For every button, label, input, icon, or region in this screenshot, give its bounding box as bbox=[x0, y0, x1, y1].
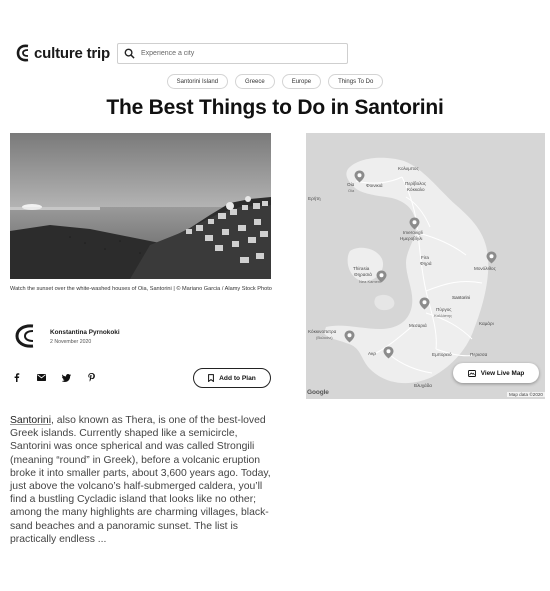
map-label: Κολυμπος bbox=[398, 166, 419, 171]
map-label: Κόκκαλο bbox=[407, 187, 425, 192]
map-label: Βλυχάδα bbox=[414, 383, 432, 388]
map-label: (Βολκάνι) bbox=[316, 335, 333, 340]
map-pin-icon[interactable] bbox=[486, 251, 497, 264]
map-label: Θηρασιά bbox=[354, 272, 372, 277]
map-pin-icon[interactable] bbox=[409, 217, 420, 230]
tag-santorini-island[interactable]: Santorini Island bbox=[166, 74, 229, 89]
email-icon[interactable] bbox=[37, 373, 46, 382]
map-label: Καμάρι bbox=[479, 321, 494, 326]
tag-europe[interactable]: Europe bbox=[281, 74, 322, 89]
map-label: Φοινικιά bbox=[366, 183, 383, 188]
view-live-map-label: View Live Map bbox=[480, 369, 525, 377]
culture-trip-logo[interactable]: culture trip bbox=[16, 44, 110, 62]
publish-date: 2 November 2020 bbox=[50, 339, 92, 345]
map-label: Κόκκινοπετρα bbox=[308, 329, 337, 334]
brand-name: culture trip bbox=[34, 44, 110, 62]
map-label: Imerovigli bbox=[403, 230, 423, 235]
map-label: Ακρ bbox=[368, 351, 376, 356]
map-label: Περισσα bbox=[470, 352, 488, 357]
map-pin-icon[interactable] bbox=[383, 346, 394, 359]
tag-list: Santorini Island Greece Europe Things To… bbox=[0, 74, 550, 89]
culture-trip-logo-icon bbox=[16, 44, 29, 62]
author-avatar[interactable] bbox=[15, 324, 35, 348]
map-label: Fira bbox=[421, 255, 429, 260]
map-pin-icon[interactable] bbox=[344, 330, 355, 343]
hero-image bbox=[10, 133, 271, 279]
map-label: Μονόλιθος bbox=[474, 266, 496, 271]
map-label: Φηρά bbox=[420, 261, 432, 266]
add-to-plan-label: Add to Plan bbox=[219, 374, 256, 382]
santorini-link[interactable]: Santorini bbox=[10, 415, 51, 426]
search-input[interactable] bbox=[141, 50, 331, 57]
article-intro: Santorini, also known as Thera, is one o… bbox=[10, 414, 272, 546]
article-body: , also known as Thera, is one of the bes… bbox=[10, 415, 271, 545]
map-label: Ερήτη bbox=[308, 196, 321, 201]
map-label: Πύργος bbox=[436, 307, 452, 312]
location-map[interactable]: Κολυμπος Οία Oia Φοινικιά Περίβολος Κόκκ… bbox=[306, 133, 545, 399]
map-label: Nea Kameni bbox=[359, 279, 382, 284]
map-label: Thirasia bbox=[353, 266, 370, 271]
view-live-map-button[interactable]: View Live Map bbox=[453, 363, 539, 383]
map-label: Εμπορειό bbox=[432, 352, 452, 357]
share-bar bbox=[12, 373, 96, 382]
google-logo: Google bbox=[307, 389, 329, 396]
author-name[interactable]: Konstantina Pyrnokoki bbox=[50, 329, 120, 336]
facebook-icon[interactable] bbox=[12, 373, 21, 382]
bookmark-icon bbox=[208, 374, 215, 382]
map-icon bbox=[467, 369, 476, 377]
map-pin-icon[interactable] bbox=[354, 170, 365, 183]
tag-things-to-do[interactable]: Things To Do bbox=[328, 74, 384, 89]
map-credit: Map data ©2020 bbox=[506, 392, 545, 397]
map-label: Οία bbox=[347, 182, 355, 187]
map-label: Ημεροβίγλι bbox=[400, 236, 423, 241]
map-pin-icon[interactable] bbox=[419, 297, 430, 310]
pinterest-icon[interactable] bbox=[87, 373, 96, 382]
tag-greece[interactable]: Greece bbox=[235, 74, 275, 89]
twitter-icon[interactable] bbox=[62, 373, 71, 382]
map-base bbox=[306, 133, 545, 399]
search-icon bbox=[124, 48, 135, 59]
map-label: Καλλίστης bbox=[434, 313, 453, 318]
map-label: Santorini bbox=[452, 295, 471, 300]
hero-caption: Watch the sunset over the white-washed h… bbox=[10, 286, 272, 292]
map-label: Περίβολος bbox=[405, 181, 427, 186]
map-label: Oia bbox=[348, 188, 355, 193]
page-title: The Best Things to Do in Santorini bbox=[106, 96, 444, 119]
search-bar[interactable] bbox=[117, 43, 348, 64]
map-label: Μεσαριά bbox=[409, 323, 427, 328]
add-to-plan-button[interactable]: Add to Plan bbox=[193, 368, 271, 388]
